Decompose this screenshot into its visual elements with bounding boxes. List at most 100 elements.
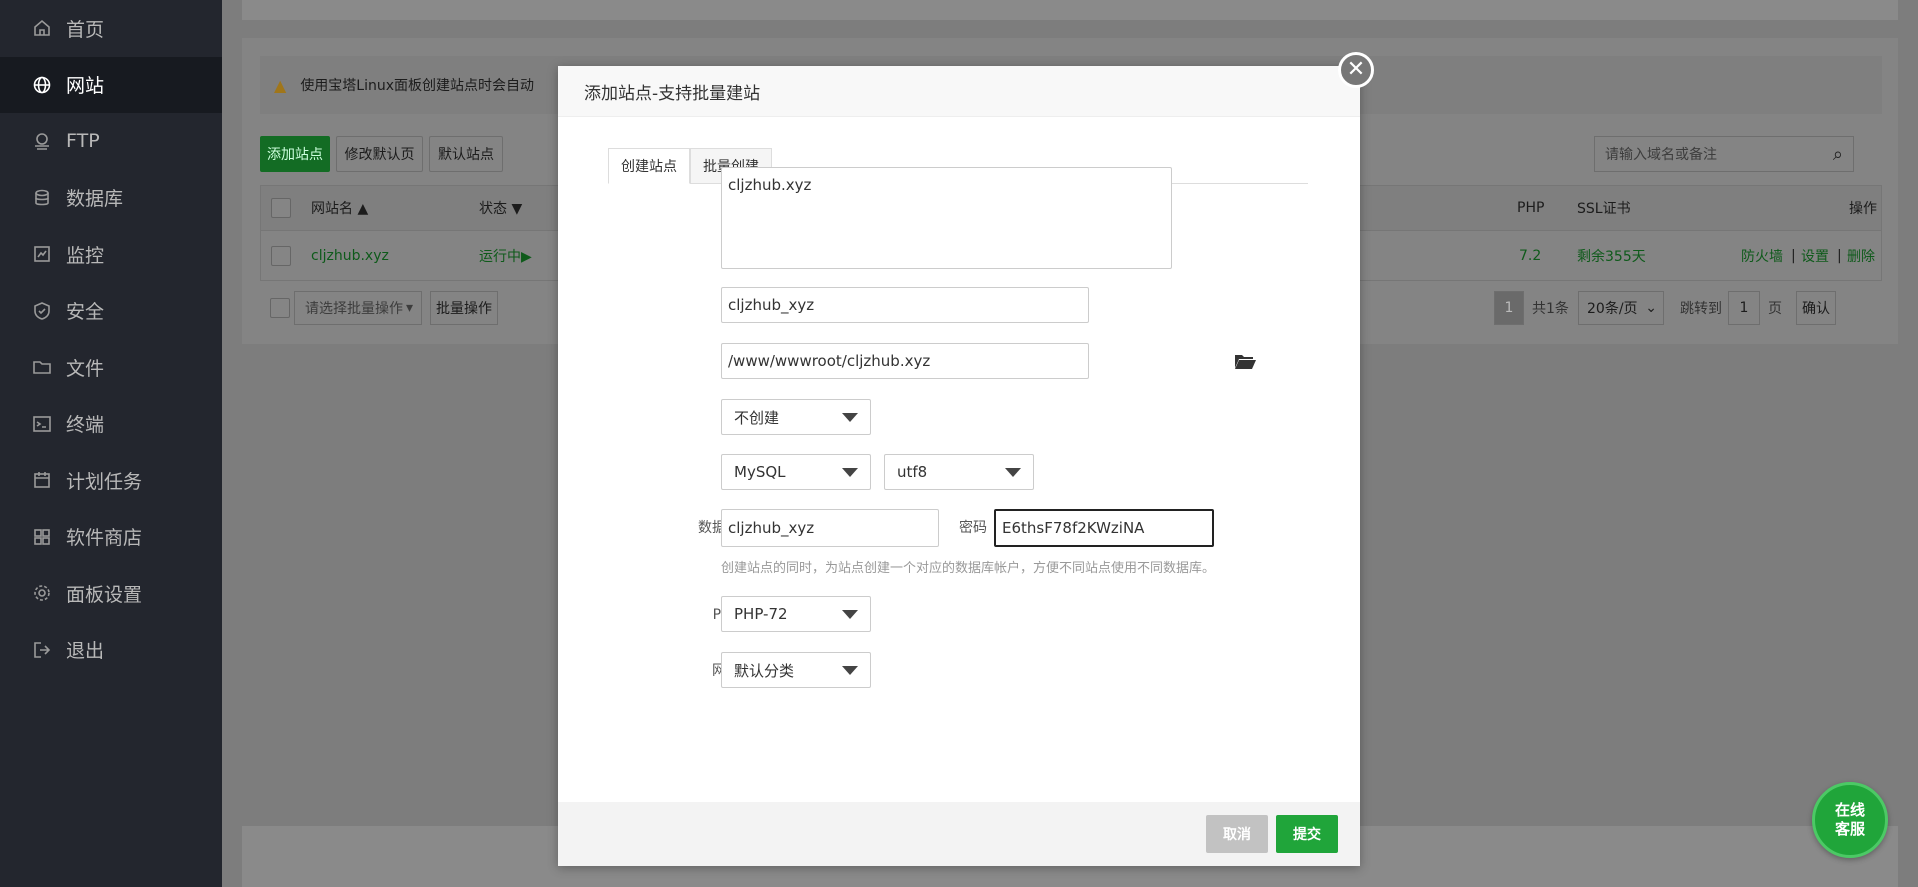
col-php: PHP — [1517, 200, 1545, 216]
jump-confirm-button[interactable]: 确认 — [1796, 291, 1836, 325]
calendar-icon — [30, 468, 54, 492]
site-ssl[interactable]: 剩余355天 — [1577, 246, 1646, 266]
shield-icon — [30, 299, 54, 323]
site-php[interactable]: 7.2 — [1519, 248, 1541, 264]
delete-link[interactable]: 删除 — [1847, 246, 1875, 266]
sidebar-item-label: 退出 — [66, 640, 105, 663]
per-page-select[interactable]: 20条/页 ⌄ — [1578, 291, 1664, 325]
sidebar-item-label: 数据库 — [66, 188, 124, 211]
cancel-button[interactable]: 取消 — [1206, 815, 1268, 853]
remark-input[interactable]: cljzhub_xyz — [721, 287, 1089, 323]
sidebar-item-ftp[interactable]: FTP — [0, 113, 222, 170]
add-site-dialog: 添加站点-支持批量建站 创建站点 批量创建 域名 cljzhub.xyz 备注 … — [558, 66, 1360, 866]
modify-default-page-button[interactable]: 修改默认页 — [336, 136, 423, 172]
col-ssl: SSL证书 — [1577, 201, 1631, 217]
ftp-select[interactable]: 不创建 — [721, 399, 871, 435]
terminal-icon — [30, 412, 54, 436]
chevron-down-icon — [842, 610, 858, 619]
sidebar-item-label: 安全 — [66, 301, 105, 324]
sidebar: 首页 网站 FTP 数据库 监控 安全 文件 终端 计划任务 软件商店 面板设置 — [0, 0, 222, 887]
sidebar-item-cron[interactable]: 计划任务 — [0, 452, 222, 509]
sidebar-item-label: 监控 — [66, 244, 105, 267]
globe-icon — [30, 73, 54, 97]
close-icon[interactable]: ✕ — [1338, 52, 1374, 88]
folder-open-icon[interactable] — [1234, 352, 1256, 370]
gear-icon — [30, 581, 54, 605]
sidebar-item-website[interactable]: 网站 — [0, 56, 222, 113]
sidebar-item-monitor[interactable]: 监控 — [0, 226, 222, 283]
category-select[interactable]: 默认分类 — [721, 652, 871, 688]
database-icon — [30, 186, 54, 210]
folder-icon — [30, 355, 54, 379]
col-status[interactable]: 状态 ▼ — [479, 198, 522, 218]
default-site-button[interactable]: 默认站点 — [429, 136, 503, 172]
chevron-down-icon — [842, 468, 858, 477]
chevron-down-icon: ▾ — [405, 300, 413, 316]
top-panel — [242, 0, 1898, 20]
jump-input[interactable]: 1 — [1728, 291, 1760, 325]
search-placeholder: 请输入域名或备注 — [1605, 147, 1717, 163]
batch-select[interactable]: 请选择批量操作 ▾ — [294, 291, 422, 325]
site-status[interactable]: 运行中▶ — [479, 246, 532, 266]
warning-text: 使用宝塔Linux面板创建站点时会自动 — [300, 78, 535, 94]
monitor-icon — [30, 242, 54, 266]
db-account-input[interactable]: cljzhub_xyz — [721, 509, 939, 547]
php-version-select[interactable]: PHP-72 — [721, 596, 871, 632]
home-icon — [30, 16, 54, 40]
search-icon[interactable]: ⌕ — [1833, 144, 1843, 165]
chevron-down-icon — [842, 413, 858, 422]
settings-link[interactable]: 设置 — [1801, 246, 1829, 266]
submit-button[interactable]: 提交 — [1276, 815, 1338, 853]
sidebar-item-label: FTP — [66, 130, 100, 153]
page-current[interactable]: 1 — [1494, 291, 1524, 325]
db-hint: 创建站点的同时，为站点创建一个对应的数据库帐户，方便不同站点使用不同数据库。 — [721, 561, 1216, 576]
warning-icon: ▲ — [274, 75, 287, 95]
site-name-link[interactable]: cljzhub.xyz — [311, 248, 389, 264]
separator: | — [1791, 248, 1796, 264]
password-input[interactable]: E6thsF78f2KWziNA — [994, 509, 1214, 547]
add-site-button[interactable]: 添加站点 — [260, 136, 330, 172]
batch-button[interactable]: 批量操作 — [430, 291, 498, 325]
row-checkbox[interactable] — [271, 246, 291, 266]
firewall-link[interactable]: 防火墙 — [1741, 246, 1783, 266]
chat-line-2: 客服 — [1834, 820, 1865, 838]
online-support-button[interactable]: 在线 客服 — [1812, 782, 1888, 858]
sidebar-item-settings[interactable]: 面板设置 — [0, 565, 222, 622]
ftp-icon — [30, 129, 54, 153]
sidebar-item-label: 面板设置 — [66, 583, 143, 606]
sidebar-item-database[interactable]: 数据库 — [0, 170, 222, 227]
sidebar-item-label: 终端 — [66, 414, 105, 437]
page-unit: 页 — [1768, 301, 1782, 317]
password-label: 密码 — [959, 520, 987, 536]
sidebar-item-files[interactable]: 文件 — [0, 339, 222, 396]
search-input[interactable]: 请输入域名或备注 ⌕ — [1594, 136, 1854, 172]
sidebar-item-label: 网站 — [66, 75, 105, 98]
sidebar-item-label: 首页 — [66, 18, 105, 41]
database-type-select[interactable]: MySQL — [721, 454, 871, 490]
sidebar-item-store[interactable]: 软件商店 — [0, 509, 222, 566]
col-name[interactable]: 网站名 ▲ — [311, 198, 368, 218]
separator: | — [1837, 248, 1842, 264]
root-dir-input[interactable]: /www/wwwroot/cljzhub.xyz — [721, 343, 1089, 379]
sidebar-item-home[interactable]: 首页 — [0, 0, 222, 57]
select-all-checkbox[interactable] — [271, 198, 291, 218]
jump-label: 跳转到 — [1680, 301, 1722, 317]
col-actions: 操作 — [1849, 201, 1877, 217]
dialog-title: 添加站点-支持批量建站 — [558, 66, 1360, 117]
sidebar-item-label: 软件商店 — [66, 527, 143, 550]
chevron-down-icon — [842, 666, 858, 675]
sidebar-item-label: 计划任务 — [66, 470, 143, 493]
grid-icon — [30, 525, 54, 549]
sidebar-item-security[interactable]: 安全 — [0, 283, 222, 340]
logout-icon — [30, 638, 54, 662]
footer-checkbox[interactable] — [270, 298, 290, 318]
total-count: 共1条 — [1532, 301, 1569, 317]
domain-textarea[interactable]: cljzhub.xyz — [721, 167, 1172, 269]
chat-line-1: 在线 — [1834, 800, 1865, 819]
sidebar-item-label: 文件 — [66, 357, 105, 380]
sidebar-item-terminal[interactable]: 终端 — [0, 396, 222, 453]
sidebar-item-logout[interactable]: 退出 — [0, 622, 222, 679]
chevron-down-icon — [1005, 468, 1021, 477]
chevron-down-icon: ⌄ — [1645, 300, 1657, 316]
database-charset-select[interactable]: utf8 — [884, 454, 1034, 490]
